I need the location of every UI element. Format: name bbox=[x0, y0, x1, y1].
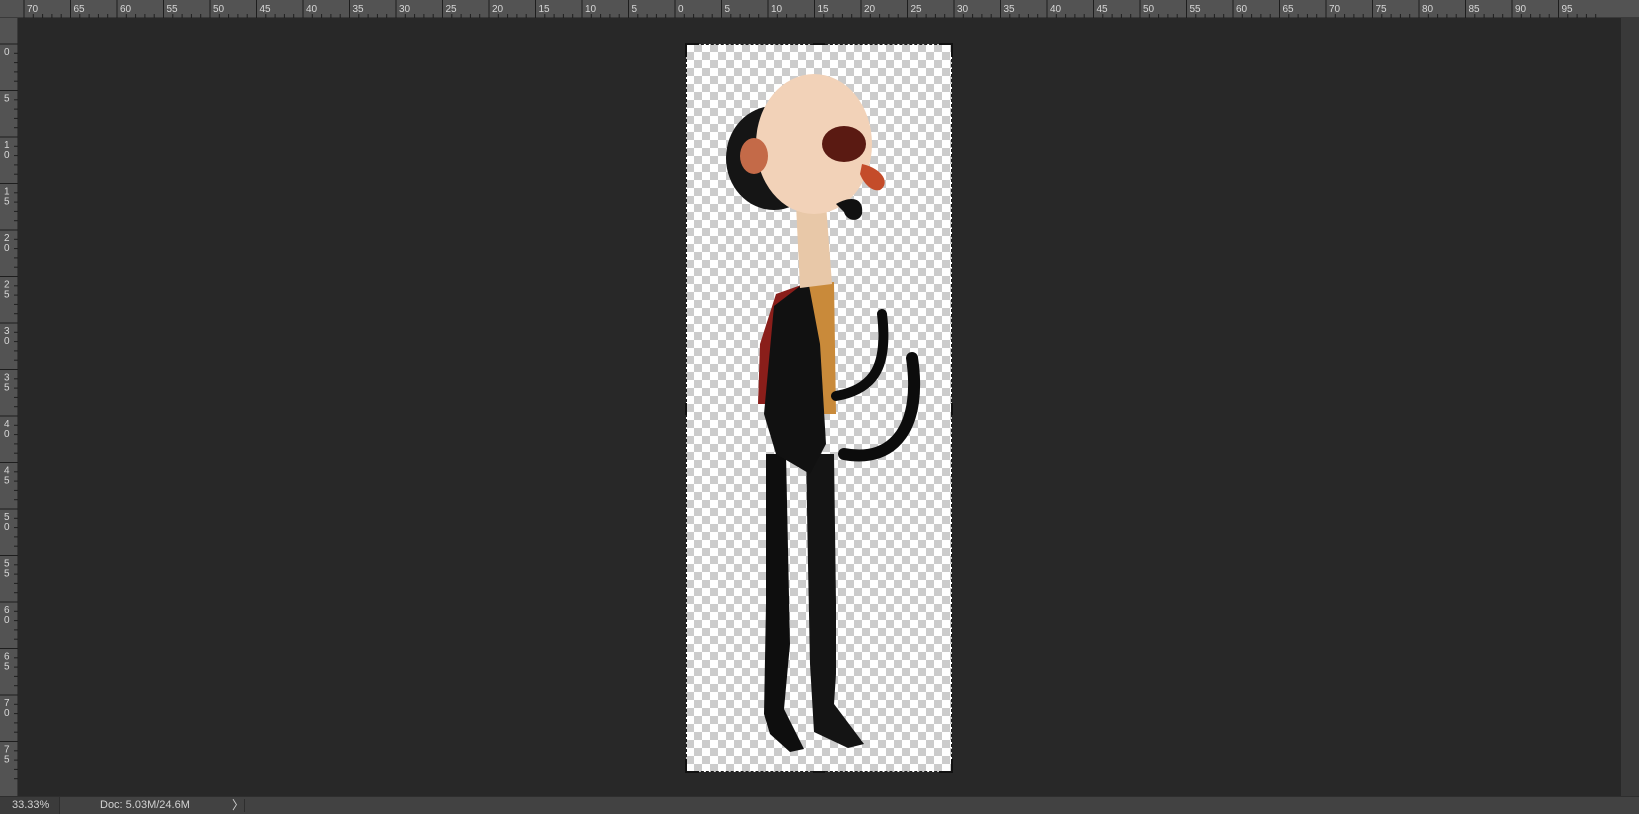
ruler-label: 95 bbox=[1562, 4, 1574, 15]
ruler-label: 10 bbox=[771, 4, 783, 15]
ruler-label: 70 bbox=[27, 4, 39, 15]
ruler-label: 10 bbox=[4, 140, 10, 161]
vertical-ruler[interactable]: 0 5 10 15 20 25 30 35 40 45 50 55 60 65 70 75 bbox=[0, 18, 18, 796]
ruler-label: 40 bbox=[4, 419, 10, 440]
ruler-label: 30 bbox=[4, 326, 10, 347]
ruler-label: 35 bbox=[1004, 4, 1016, 15]
handle-middle-left[interactable] bbox=[685, 403, 687, 415]
status-menu-arrow-icon[interactable]: 〉 bbox=[232, 797, 244, 814]
ruler-label: 45 bbox=[4, 466, 10, 487]
ruler-label: 70 bbox=[1329, 4, 1341, 15]
ruler-label: 40 bbox=[1050, 4, 1062, 15]
ruler-label: 60 bbox=[4, 605, 10, 626]
ruler-label: 50 bbox=[4, 512, 10, 533]
handle-bottom-left[interactable] bbox=[685, 759, 699, 773]
handle-bottom-right[interactable] bbox=[939, 759, 953, 773]
vertical-ruler-ticks: 0 5 1 0 1 5 2 0 2 5 3 0 3 5 4 0 4 5 5 0 5 5 6 0 6 5 7 0 7 5 bbox=[0, 43, 18, 780]
status-divider bbox=[244, 799, 245, 812]
ruler-label: 5 bbox=[4, 94, 10, 105]
ruler-label: 90 bbox=[1515, 4, 1527, 15]
ruler-label: 55 bbox=[1190, 4, 1202, 15]
ruler-label: 50 bbox=[1143, 4, 1155, 15]
ruler-label: 75 bbox=[4, 745, 10, 766]
handle-middle-right[interactable] bbox=[951, 403, 953, 415]
ruler-label: 30 bbox=[957, 4, 969, 15]
ruler-label: 45 bbox=[1097, 4, 1109, 15]
ruler-label: 40 bbox=[306, 4, 318, 15]
ruler-label: 70 bbox=[4, 698, 10, 719]
ruler-label: 20 bbox=[492, 4, 504, 15]
ruler-label: 30 bbox=[399, 4, 411, 15]
handle-top-middle[interactable] bbox=[813, 43, 825, 45]
handle-top-right[interactable] bbox=[939, 43, 953, 57]
ruler-label: 80 bbox=[1422, 4, 1434, 15]
horizontal-ruler[interactable]: 70 65 60 55 50 45 40 35 30 25 20 15 10 5 0 5 10 15 20 25 30 3… bbox=[0, 0, 1639, 18]
ruler-label: 15 bbox=[818, 4, 830, 15]
ruler-label: 60 bbox=[120, 4, 132, 15]
ruler-label: 15 bbox=[539, 4, 551, 15]
ruler-label: 75 bbox=[1376, 4, 1388, 15]
ruler-label: 25 bbox=[446, 4, 458, 15]
ruler-label: 55 bbox=[4, 559, 10, 580]
ruler-label: 5 bbox=[632, 4, 638, 15]
ruler-label: 25 bbox=[911, 4, 923, 15]
status-bar: 33.33% Doc: 5.03M/24.6M 〉 bbox=[0, 796, 1639, 814]
horizontal-ruler-ticks: 70 65 60 55 50 45 40 35 30 25 20 15 10 5 0 5 10 15 20 25 30 3… bbox=[23, 0, 1597, 18]
ruler-label: 35 bbox=[4, 373, 10, 394]
ruler-label: 15 bbox=[4, 187, 10, 208]
ruler-label: 0 bbox=[4, 47, 10, 58]
handle-bottom-middle[interactable] bbox=[813, 771, 825, 773]
document-size-info: Doc: 5.03M/24.6M bbox=[100, 799, 190, 811]
zoom-level-field[interactable]: 33.33% bbox=[0, 797, 60, 814]
ruler-label: 60 bbox=[1236, 4, 1248, 15]
ruler-label: 10 bbox=[585, 4, 597, 15]
ruler-label: 5 bbox=[725, 4, 731, 15]
ruler-label: 85 bbox=[1469, 4, 1481, 15]
ruler-label: 25 bbox=[4, 280, 10, 301]
ruler-label: 65 bbox=[1283, 4, 1295, 15]
ruler-label: 55 bbox=[167, 4, 179, 15]
ruler-label: 50 bbox=[213, 4, 225, 15]
ruler-label: 0 bbox=[678, 4, 684, 15]
ruler-label: 65 bbox=[4, 652, 10, 673]
vertical-scrollbar[interactable] bbox=[1621, 18, 1639, 796]
ruler-label: 20 bbox=[864, 4, 876, 15]
ruler-label: 20 bbox=[4, 233, 10, 254]
ruler-label: 45 bbox=[260, 4, 272, 15]
ruler-label: 35 bbox=[353, 4, 365, 15]
handle-top-left[interactable] bbox=[685, 43, 699, 57]
marquee-selection[interactable] bbox=[685, 43, 953, 773]
ruler-label: 65 bbox=[74, 4, 86, 15]
